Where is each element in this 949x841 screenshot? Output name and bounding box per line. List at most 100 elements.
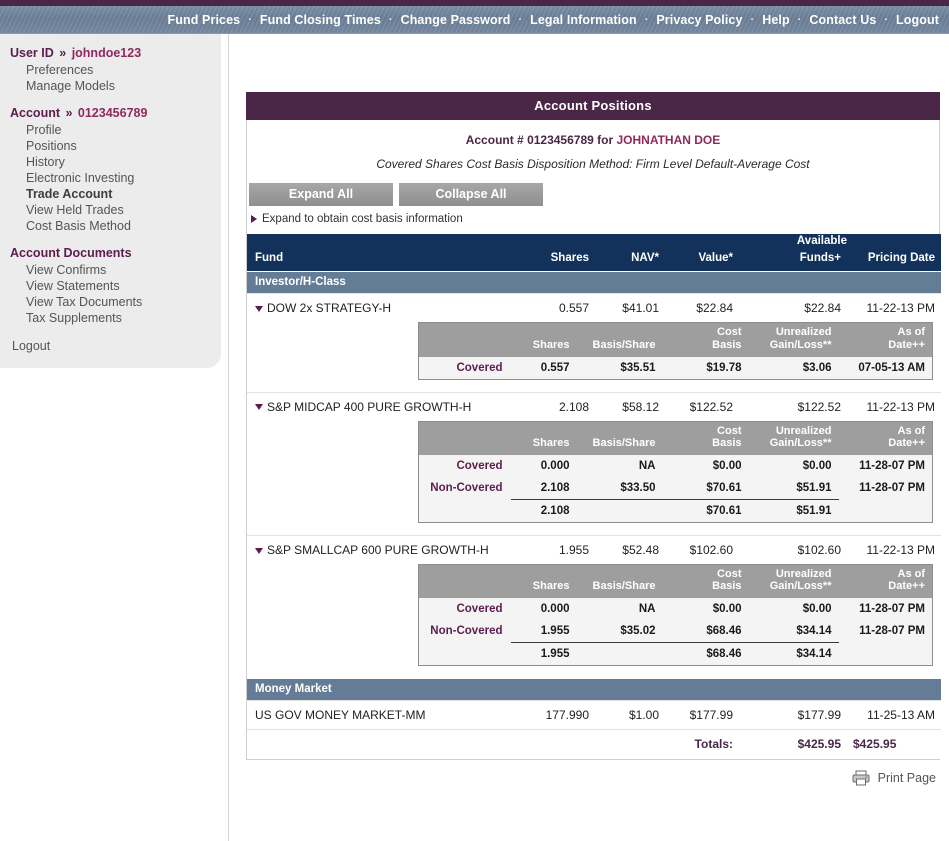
cb-cost-basis: $70.61 — [662, 476, 749, 500]
cost-basis-table: Shares Basis/Share Cost Basis Unrealized Gain… — [418, 322, 933, 380]
fund-name-cell[interactable]: S&P SMALLCAP 600 PURE GROWTH-H — [247, 534, 515, 564]
cb-unrealized: $3.06 — [748, 356, 839, 379]
col-available-funds-line1: Available — [739, 234, 847, 248]
nav-separator: · — [797, 13, 802, 26]
cb-col-shares: Shares — [510, 564, 577, 599]
cost-basis-method-line: Covered Shares Cost Basis Disposition Me… — [376, 157, 810, 171]
triangle-down-icon[interactable] — [255, 404, 263, 411]
cb-total-shares: 1.955 — [510, 642, 577, 666]
cost-basis-row: Non-Covered 1.955 $35.02 $68.46 $34.14 11-28-… — [418, 620, 933, 643]
sidebar-item-tax-supplements[interactable]: Tax Supplements — [10, 310, 221, 326]
cb-total-basis-share — [576, 498, 663, 523]
cb-asof: 07-05-13 AM — [838, 356, 933, 379]
sidebar-item-trade-account[interactable]: Trade Account — [10, 186, 221, 202]
account-prefix: Account # — [465, 133, 528, 147]
sidebar-item-view-tax-documents[interactable]: View Tax Documents — [10, 294, 221, 310]
cb-unrealized: $34.14 — [748, 620, 839, 643]
sidebar-item-cost-basis-method[interactable]: Cost Basis Method — [10, 218, 221, 234]
collapse-all-button[interactable]: Collapse All — [399, 183, 543, 206]
totals-value: $425.95 — [739, 729, 847, 760]
fund-name-label: DOW 2x STRATEGY-H — [267, 301, 392, 316]
fund-available-funds: $102.60 — [739, 534, 847, 564]
sidebar-item-positions[interactable]: Positions — [10, 138, 221, 154]
fund-name-cell[interactable]: DOW 2x STRATEGY-H — [247, 293, 515, 323]
account-for-text: for — [593, 133, 617, 147]
cb-col-unrealized: Unrealized Gain/Loss** — [748, 564, 839, 599]
totals-label: Totals: — [665, 729, 739, 760]
totals-blank-cell — [595, 729, 665, 760]
section-band-label: Investor/H-Class — [247, 271, 941, 294]
nav-link-contact-us[interactable]: Contact Us — [807, 13, 878, 27]
triangle-right-icon[interactable] — [251, 215, 257, 223]
account-number: 0123456789 — [527, 133, 594, 147]
sidebar-item-history[interactable]: History — [10, 154, 221, 170]
nav-link-fund-closing-times[interactable]: Fund Closing Times — [258, 13, 383, 27]
sidebar-item-view-held-trades[interactable]: View Held Trades — [10, 202, 221, 218]
sidebar-item-logout[interactable]: Logout — [10, 338, 221, 354]
table-row: US GOV MONEY MARKET-MM 177.990 $1.00 $177.9… — [247, 700, 941, 730]
col-pricing-date: Pricing Date — [847, 248, 941, 272]
account-positions-panel: Account Positions Account # 0123456789 f… — [246, 92, 941, 786]
cb-total-label — [418, 642, 511, 666]
nav-link-privacy-policy[interactable]: Privacy Policy — [654, 13, 744, 27]
sidebar-item-preferences[interactable]: Preferences — [10, 62, 221, 78]
nav-separator: · — [644, 13, 649, 26]
sidebar-heading-label: Account Documents — [10, 246, 132, 260]
chevron-right-icon: » — [62, 106, 76, 120]
cb-basis-share: NA — [576, 598, 663, 621]
fund-value: $122.52 — [665, 391, 739, 421]
cb-total-cost-basis: $68.46 — [662, 642, 749, 666]
cost-basis-table: Shares Basis/Share Cost Basis Unrealized Gain… — [418, 563, 933, 667]
fund-value: $102.60 — [665, 534, 739, 564]
col-fund: Fund — [247, 248, 515, 272]
cost-basis-row: Covered 0.557 $35.51 $19.78 $3.06 07-05-13 AM — [418, 356, 933, 379]
sidebar-item-profile[interactable]: Profile — [10, 122, 221, 138]
sidebar-item-view-confirms[interactable]: View Confirms — [10, 262, 221, 278]
cost-basis-body: Covered 0.557 $35.51 $19.78 $3.06 07-05-13 AM — [418, 356, 933, 379]
nav-separator: · — [518, 13, 523, 26]
printer-icon[interactable] — [852, 770, 870, 786]
cb-asof: 11-28-07 PM — [838, 454, 933, 477]
section-band-row: Investor/H-Class — [247, 271, 941, 294]
fund-available-funds: $177.99 — [739, 700, 847, 730]
cost-basis-header-row: Shares Basis/Share Cost Basis Unrealized Gain… — [418, 564, 933, 599]
sidebar-item-electronic-investing[interactable]: Electronic Investing — [10, 170, 221, 186]
cb-total-cost-basis: $70.61 — [662, 498, 749, 523]
header-spacer-right — [847, 234, 941, 248]
table-row: S&P SMALLCAP 600 PURE GROWTH-H 1.955 $52.4… — [247, 534, 941, 564]
cb-cost-basis: $0.00 — [662, 598, 749, 621]
cb-col-unrealized: Unrealized Gain/Loss** — [748, 322, 839, 357]
triangle-down-icon[interactable] — [255, 547, 263, 554]
nav-link-legal-information[interactable]: Legal Information — [528, 13, 639, 27]
cb-basis-share: NA — [576, 454, 663, 477]
fund-value: $22.84 — [665, 293, 739, 323]
cb-total-asof — [838, 642, 933, 666]
cb-row-label: Covered — [418, 356, 511, 379]
totals-blank-cell — [247, 729, 515, 760]
nav-link-logout[interactable]: Logout — [894, 13, 941, 27]
nav-link-fund-prices[interactable]: Fund Prices — [166, 13, 243, 27]
cb-total-unrealized: $51.91 — [748, 498, 839, 523]
sidebar-item-view-statements[interactable]: View Statements — [10, 278, 221, 294]
cb-row-label: Covered — [418, 454, 511, 477]
print-page-label[interactable]: Print Page — [878, 771, 936, 785]
cb-cost-basis: $68.46 — [662, 620, 749, 643]
expand-hint-row[interactable]: Expand to obtain cost basis information — [247, 206, 939, 234]
cost-basis-header: Shares Basis/Share Cost Basis Unrealized Gain… — [418, 421, 933, 455]
fund-name-label: S&P SMALLCAP 600 PURE GROWTH-H — [267, 542, 489, 557]
print-page-bar[interactable]: Print Page — [246, 760, 940, 786]
cb-shares: 0.557 — [510, 356, 577, 379]
nav-link-help[interactable]: Help — [760, 13, 792, 27]
cb-col-basis-share: Basis/Share — [576, 421, 663, 455]
nav-separator: · — [884, 13, 889, 26]
expand-all-button[interactable]: Expand All — [249, 183, 393, 206]
fund-pricing-date: 11-22-13 PM — [847, 293, 941, 323]
fund-shares: 177.990 — [515, 700, 595, 730]
panel-body: Account # 0123456789 for JOHNATHAN DOE C… — [246, 120, 941, 760]
triangle-down-icon[interactable] — [255, 306, 263, 313]
sidebar-item-manage-models[interactable]: Manage Models — [10, 78, 221, 94]
fund-name-cell[interactable]: S&P MIDCAP 400 PURE GROWTH-H — [247, 391, 515, 421]
cost-basis-row: Covered 0.000 NA $0.00 $0.00 11-28-07 PM — [418, 598, 933, 621]
cost-basis-row: Covered 0.000 NA $0.00 $0.00 11-28-07 PM — [418, 454, 933, 477]
nav-link-change-password[interactable]: Change Password — [399, 13, 513, 27]
